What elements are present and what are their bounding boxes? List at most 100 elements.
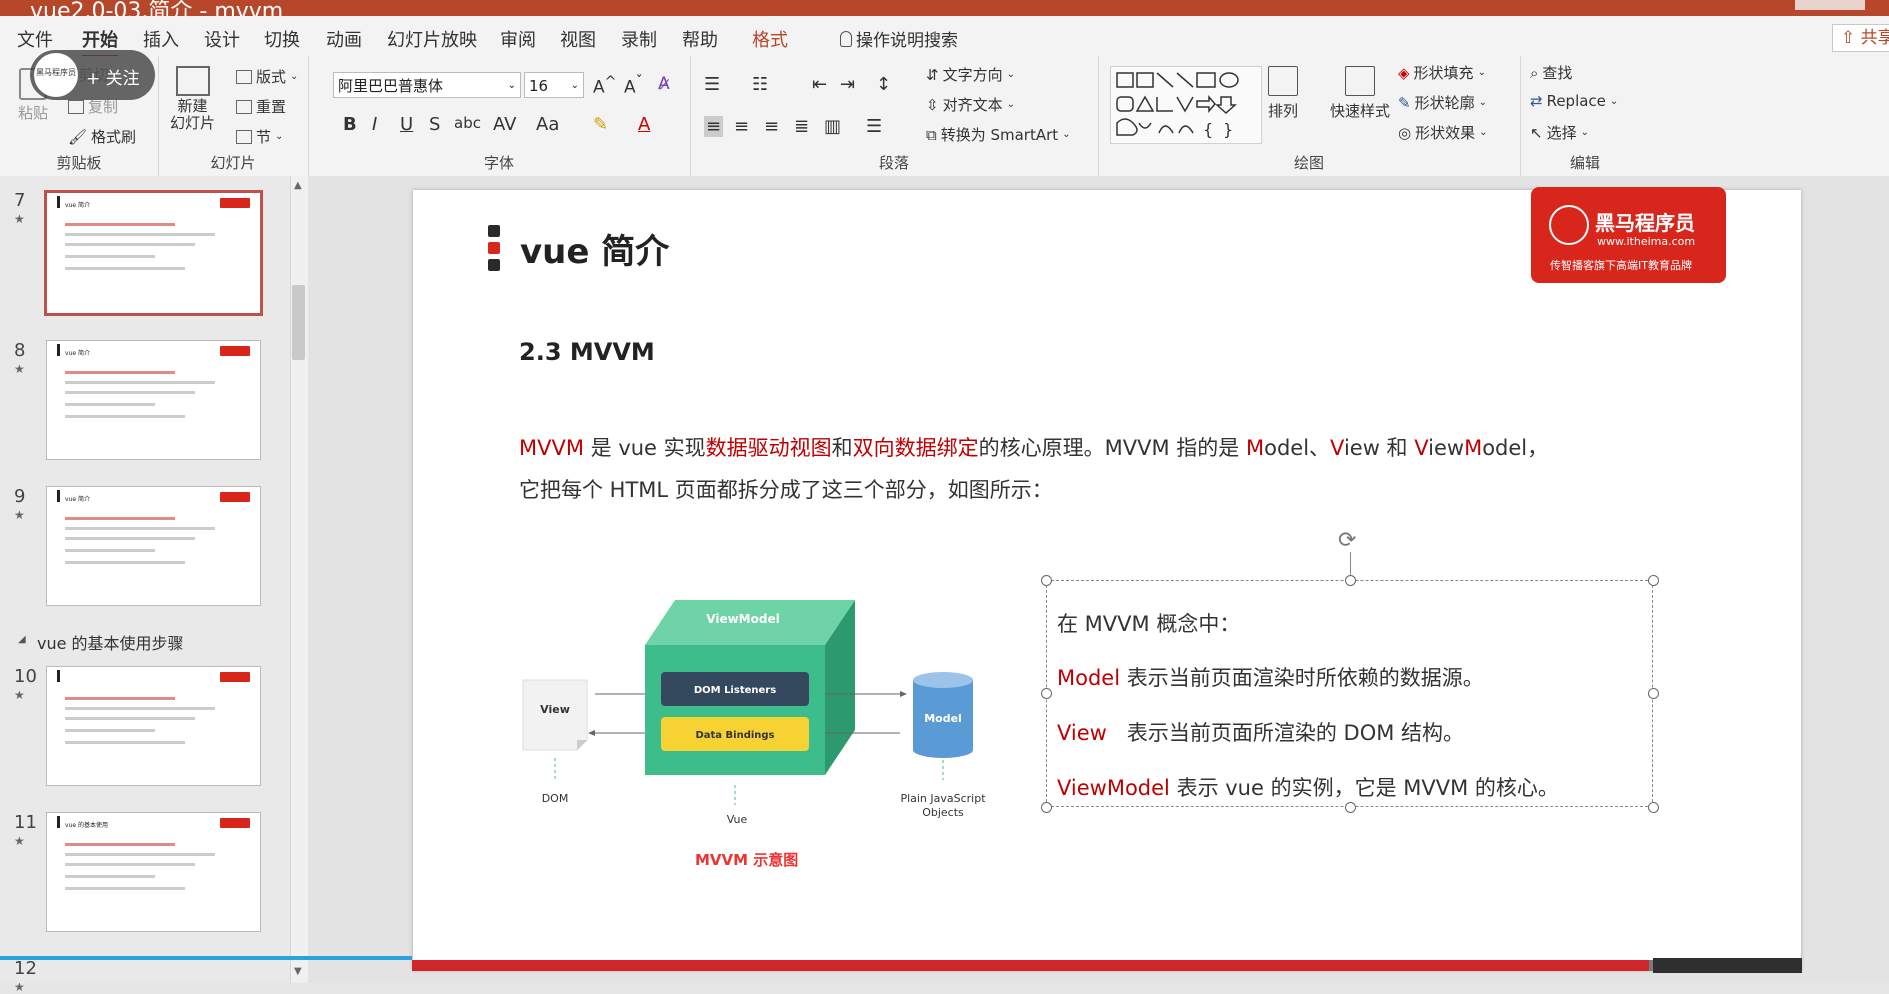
scroll-down-icon[interactable]: ▼: [294, 966, 302, 977]
smartart-button[interactable]: ⧉ 转换为 SmartArt ⌄: [926, 124, 1071, 145]
section-button[interactable]: 节 ⌄: [236, 126, 283, 147]
italic-icon[interactable]: I: [372, 114, 377, 135]
paint-bucket-icon: ◈: [1398, 63, 1410, 82]
layout-button[interactable]: 版式 ⌄: [236, 66, 298, 87]
scroll-up-icon[interactable]: ▲: [294, 180, 302, 191]
shape-outline-button[interactable]: ✎ 形状轮廓 ⌄: [1398, 92, 1487, 113]
thumb-line: [65, 381, 215, 384]
pen-icon: ✎: [1398, 93, 1411, 112]
distributed-icon[interactable]: ☰: [866, 116, 882, 137]
body-paragraph-1: MVVM 是 vue 实现数据驱动视图和双向数据绑定的核心原理。MVVM 指的是…: [519, 432, 1548, 462]
ribbon-tab[interactable]: 开始: [82, 26, 118, 58]
slide-thumbnail[interactable]: vue 简介: [44, 190, 263, 316]
ribbon-tab[interactable]: 文件: [17, 26, 53, 52]
new-slide-button[interactable]: 新建 幻灯片: [170, 66, 215, 132]
shadow-icon[interactable]: S: [429, 114, 440, 135]
align-text-button[interactable]: ⇳ 对齐文本 ⌄: [926, 94, 1015, 115]
slide-thumbnail[interactable]: vue 简介: [46, 340, 261, 460]
highlighter-icon[interactable]: ✎: [593, 114, 608, 135]
strikethrough-icon[interactable]: abc: [454, 114, 481, 132]
font-name-select[interactable]: 阿里巴巴普惠体 ⌄: [333, 72, 521, 98]
ribbon-tab[interactable]: 插入: [143, 26, 179, 52]
ribbon-tab[interactable]: 设计: [204, 26, 240, 52]
thumb-line: [65, 853, 215, 856]
title-bullet: [488, 225, 500, 237]
shape-effects-button[interactable]: ◎ 形状效果 ⌄: [1398, 122, 1488, 143]
select-button[interactable]: ↖ 选择 ⌄: [1530, 122, 1589, 143]
font-color-icon[interactable]: A: [638, 114, 650, 135]
line-spacing-icon[interactable]: ↕: [876, 74, 891, 95]
clear-format-button[interactable]: A̷: [658, 74, 670, 94]
font-size-value: 16: [529, 77, 549, 95]
title-bullet: [488, 242, 500, 254]
reset-button[interactable]: 重置: [236, 96, 286, 117]
rotate-handle-icon[interactable]: ⟳: [1338, 528, 1356, 553]
animation-star-icon: ★: [14, 688, 25, 702]
underline-icon[interactable]: U: [400, 114, 413, 135]
ribbon-tab[interactable]: 幻灯片放映: [387, 26, 477, 52]
increase-font-button[interactable]: A^: [593, 74, 617, 98]
shapes-gallery[interactable]: {}: [1110, 66, 1262, 144]
shape-outline-label: 形状轮廓: [1414, 94, 1475, 112]
slide-thumbnail[interactable]: [46, 666, 261, 786]
resize-handle[interactable]: [1648, 802, 1659, 813]
brush-icon: 🖌: [68, 127, 88, 146]
share-button[interactable]: ⇧ 共享: [1832, 24, 1889, 52]
thumb-title: vue 简介: [65, 350, 90, 357]
arrange-button[interactable]: 排列: [1268, 66, 1298, 121]
ribbon-tab[interactable]: 审阅: [500, 26, 536, 52]
ribbon-tab[interactable]: 录制: [621, 26, 657, 52]
section-label: 节: [256, 128, 272, 146]
shape-fill-button[interactable]: ◈ 形状填充 ⌄: [1398, 62, 1486, 83]
increase-indent-icon[interactable]: ⇥: [840, 74, 855, 95]
align-right-icon[interactable]: ≡: [764, 116, 779, 137]
columns-icon[interactable]: ▥: [824, 116, 841, 137]
ribbon-tab[interactable]: 格式: [752, 26, 788, 52]
resize-handle[interactable]: [1345, 575, 1356, 586]
bullets-icon[interactable]: ☰: [704, 74, 720, 95]
char-spacing-icon[interactable]: AV: [493, 114, 516, 135]
font-size-select[interactable]: 16 ⌄: [524, 72, 584, 98]
decrease-indent-icon[interactable]: ⇤: [812, 74, 827, 95]
resize-handle[interactable]: [1041, 688, 1052, 699]
chevron-down-icon: ⌄: [290, 71, 299, 82]
find-button[interactable]: ⌕ 查找: [1530, 62, 1572, 83]
slide-number: 7: [14, 190, 26, 211]
format-painter-button[interactable]: 🖌 格式刷: [68, 126, 136, 147]
align-center-icon[interactable]: ≡: [734, 116, 749, 137]
numbering-icon[interactable]: ☷: [752, 74, 768, 95]
slide-thumbnail[interactable]: vue 的基本使用: [46, 812, 261, 932]
tell-me-search[interactable]: 操作说明搜索: [840, 26, 958, 51]
bold-icon[interactable]: B: [343, 114, 357, 135]
ribbon-tab[interactable]: 动画: [326, 26, 362, 52]
text-direction-button[interactable]: ⇵ 文字方向 ⌄: [926, 64, 1015, 85]
ribbon-tab[interactable]: 视图: [560, 26, 596, 52]
svg-text:}: }: [1223, 120, 1233, 139]
slide-thumbnail[interactable]: vue 简介: [46, 486, 261, 606]
thumb-line: [65, 537, 195, 540]
ribbon: 粘贴 ✂剪切 复制 🖌格式刷 剪贴板 新建 幻灯片 版式⌄ 重置 节⌄ 幻灯片 …: [0, 56, 1889, 177]
replace-button[interactable]: ⇄ Replace ⌄: [1530, 92, 1618, 110]
text-direction-label: 文字方向: [942, 66, 1003, 84]
resize-handle[interactable]: [1041, 575, 1052, 586]
section-header[interactable]: vue 的基本使用步骤: [37, 630, 184, 654]
resize-handle[interactable]: [1648, 575, 1659, 586]
resize-handle[interactable]: [1041, 802, 1052, 813]
scrollbar-thumb[interactable]: [292, 285, 305, 360]
follow-badge[interactable]: 黑马程序员 + 关注: [30, 50, 155, 100]
ribbon-tab[interactable]: 切换: [264, 26, 300, 52]
chevron-down-icon: ⌄: [1478, 97, 1487, 108]
resize-handle[interactable]: [1648, 688, 1659, 699]
change-case-icon[interactable]: Aa: [536, 114, 559, 135]
thumb-title: vue 简介: [65, 202, 90, 209]
decrease-font-button[interactable]: Aˇ: [624, 74, 643, 98]
justify-icon[interactable]: ≣: [794, 116, 809, 137]
login-button[interactable]: [1795, 0, 1865, 10]
quick-styles-button[interactable]: 快速样式: [1330, 66, 1390, 121]
model-description: 表示当前页面渲染时所依赖的数据源。: [1120, 666, 1484, 690]
player-strip: [0, 956, 412, 960]
align-left-icon[interactable]: ≡: [704, 116, 724, 137]
section-collapse-icon[interactable]: ◢: [18, 634, 26, 645]
ribbon-tab[interactable]: 帮助: [682, 26, 718, 52]
resize-handle[interactable]: [1345, 802, 1356, 813]
